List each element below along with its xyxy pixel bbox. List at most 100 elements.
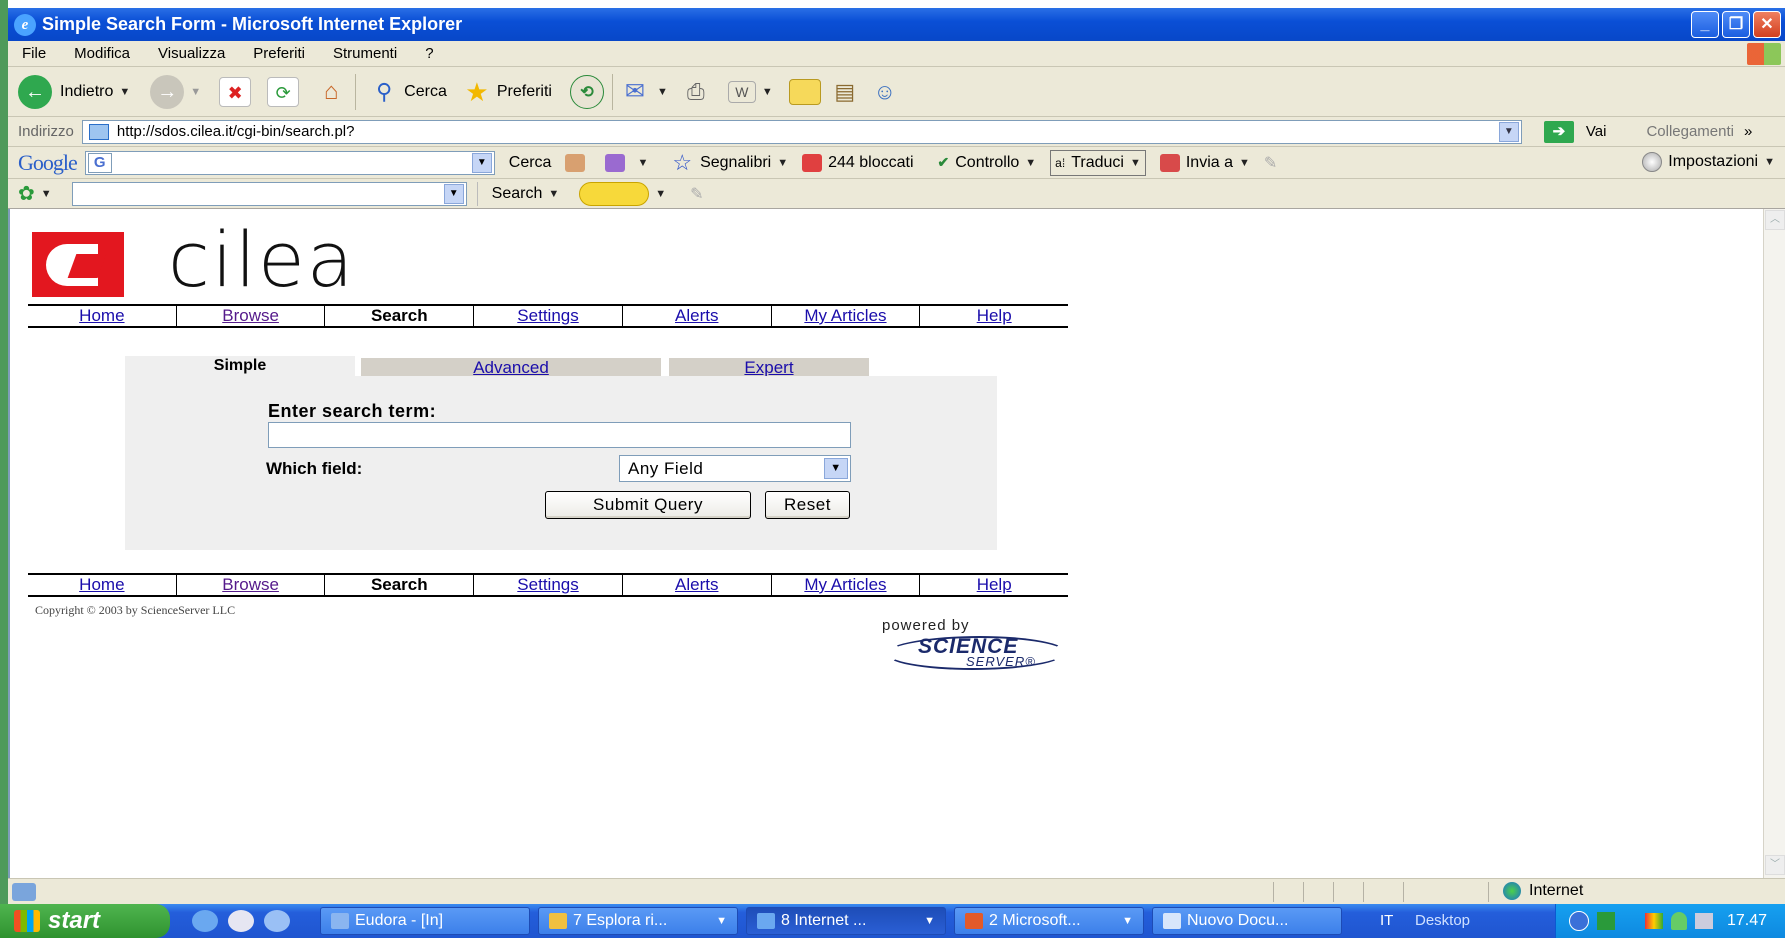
nav-home[interactable]: Home xyxy=(28,575,177,595)
nav-alerts[interactable]: Alerts xyxy=(623,306,772,326)
google-logo[interactable]: Google xyxy=(18,150,78,176)
menu-favorites[interactable]: Preferiti xyxy=(239,45,319,62)
search-form-panel xyxy=(125,376,997,550)
history-icon[interactable]: ⟲ xyxy=(569,74,604,109)
menu-file[interactable]: File xyxy=(8,45,60,62)
reset-button[interactable]: Reset xyxy=(765,491,850,519)
mail-icon[interactable]: ✉ xyxy=(619,77,651,107)
chevron-down-icon[interactable]: ▼ xyxy=(443,183,464,204)
chevron-down-icon[interactable]: ▼ xyxy=(1498,121,1519,142)
close-button[interactable]: ✕ xyxy=(1753,11,1781,38)
address-input[interactable]: http://sdos.cilea.it/cgi-bin/search.pl? … xyxy=(81,119,1522,144)
quicklaunch-outlook-icon[interactable] xyxy=(264,910,290,932)
research-icon[interactable]: ▤ xyxy=(829,77,861,107)
chevron-down-icon[interactable]: ▼ xyxy=(548,188,559,200)
chevron-down-icon[interactable]: ▼ xyxy=(655,188,666,200)
discuss-icon[interactable] xyxy=(788,78,821,105)
menu-tools[interactable]: Strumenti xyxy=(319,45,411,62)
bookmarks-button[interactable]: ☆ Segnalibri ▼ xyxy=(672,150,788,176)
send-to-button[interactable]: Invia a ▼ xyxy=(1159,153,1250,172)
nav-help[interactable]: Help xyxy=(920,575,1068,595)
task-microsoft[interactable]: 2 Microsoft... ▼ xyxy=(954,907,1144,935)
tab-simple[interactable]: Simple xyxy=(125,356,355,376)
restore-button[interactable]: ❐ xyxy=(1722,11,1750,38)
pen-icon[interactable]: ✎ xyxy=(690,184,703,204)
nav-my-articles[interactable]: My Articles xyxy=(772,306,921,326)
task-new-document[interactable]: Nuovo Docu... xyxy=(1152,907,1342,935)
tray-app-icon[interactable] xyxy=(1596,912,1615,930)
tab-advanced[interactable]: Advanced xyxy=(361,358,661,377)
pagerank-icon[interactable]: ▼ xyxy=(605,153,648,172)
nav-home[interactable]: Home xyxy=(28,306,177,326)
favorites-button[interactable]: ★ Preferiti xyxy=(461,77,552,107)
google-g-button[interactable]: G xyxy=(87,152,112,173)
forward-dropdown-icon[interactable]: ▼ xyxy=(190,86,201,98)
spellcheck-button[interactable]: ✔ Controllo ▼ xyxy=(938,154,1037,172)
chevron-down-icon[interactable]: ▼ xyxy=(41,188,52,200)
links-button[interactable]: Collegamenti xyxy=(1646,123,1734,140)
highlighter-icon[interactable]: ✎ xyxy=(1264,153,1277,173)
language-indicator[interactable]: IT xyxy=(1380,912,1393,929)
task-explorer[interactable]: 7 Esplora ri... ▼ xyxy=(538,907,738,935)
menu-view[interactable]: Visualizza xyxy=(144,45,239,62)
toolbar-search-button[interactable]: Search xyxy=(492,185,543,203)
desktop-toolbar[interactable]: Desktop xyxy=(1415,912,1470,929)
stop-icon[interactable]: ✖ xyxy=(219,76,252,107)
quicklaunch-ie-icon[interactable] xyxy=(192,910,218,932)
toolbar-logo-icon[interactable]: ✿ xyxy=(18,181,35,206)
nav-help[interactable]: Help xyxy=(920,306,1068,326)
news-icon[interactable] xyxy=(565,153,591,172)
vertical-scrollbar[interactable]: ︿ ﹀ xyxy=(1763,209,1785,878)
edit-word-icon[interactable]: W xyxy=(727,80,756,103)
refresh-icon[interactable]: ⟳ xyxy=(267,76,300,107)
menu-edit[interactable]: Modifica xyxy=(60,45,144,62)
google-settings-button[interactable]: Impostazioni ▼ xyxy=(1642,152,1775,172)
mail-dropdown-icon[interactable]: ▼ xyxy=(657,86,668,98)
scroll-up-icon[interactable]: ︿ xyxy=(1765,210,1785,230)
google-search-button[interactable]: Cerca xyxy=(509,154,552,172)
tray-flags-icon[interactable] xyxy=(1644,913,1663,929)
google-search-input[interactable]: G ▼ xyxy=(84,150,495,175)
search-term-input[interactable] xyxy=(268,422,851,448)
edit-dropdown-icon[interactable]: ▼ xyxy=(762,86,773,98)
home-icon[interactable]: ⌂ xyxy=(315,77,347,107)
print-icon[interactable]: ⎙ xyxy=(680,77,712,107)
go-button[interactable]: ➔ Vai xyxy=(1532,120,1606,143)
nav-settings[interactable]: Settings xyxy=(474,306,623,326)
translate-button[interactable]: a⁞ Traduci ▼ xyxy=(1050,149,1146,176)
tray-network-icon[interactable] xyxy=(1694,913,1713,929)
scroll-down-icon[interactable]: ﹀ xyxy=(1765,855,1785,875)
tab-expert[interactable]: Expert xyxy=(669,358,869,377)
back-dropdown-icon[interactable]: ▼ xyxy=(119,86,130,98)
nav-browse[interactable]: Browse xyxy=(177,575,326,595)
start-button[interactable]: start xyxy=(0,904,170,938)
security-zone: Internet xyxy=(1503,882,1583,900)
messenger-icon[interactable]: ☺ xyxy=(869,77,901,107)
chevron-down-icon[interactable]: ▼ xyxy=(824,458,848,479)
chevron-more-icon[interactable]: » xyxy=(1744,123,1752,140)
nav-settings[interactable]: Settings xyxy=(474,575,623,595)
tray-back-icon[interactable] xyxy=(1568,911,1589,931)
submit-query-button[interactable]: Submit Query xyxy=(545,491,751,519)
nav-browse[interactable]: Browse xyxy=(177,306,326,326)
smiley-icon[interactable] xyxy=(579,181,650,206)
quicklaunch-media-icon[interactable] xyxy=(228,910,254,932)
toolbar-search-input[interactable]: ▼ xyxy=(71,181,467,206)
search-button[interactable]: ⚲ Cerca xyxy=(368,77,447,107)
nav-my-articles[interactable]: My Articles xyxy=(772,575,921,595)
science-server-logo[interactable]: SCIENCE SERVER® xyxy=(882,634,1070,672)
task-internet-explorer[interactable]: 8 Internet ... ▼ xyxy=(746,907,946,935)
task-eudora[interactable]: Eudora - [In] xyxy=(320,907,530,935)
title-bar[interactable]: e Simple Search Form - Microsoft Interne… xyxy=(8,8,1785,41)
menu-help[interactable]: ? xyxy=(411,45,447,62)
nav-alerts[interactable]: Alerts xyxy=(623,575,772,595)
chevron-down-icon[interactable]: ▼ xyxy=(471,152,492,173)
back-button[interactable]: ← Indietro ▼ xyxy=(18,74,130,109)
tray-user-icon[interactable] xyxy=(1670,912,1687,930)
forward-button[interactable]: → ▼ xyxy=(140,74,201,109)
field-select[interactable]: Any Field ▼ xyxy=(619,455,851,482)
popup-blocker-button[interactable]: 244 bloccati xyxy=(802,153,914,172)
popup-blocked-icon xyxy=(802,153,823,172)
clock[interactable]: 17.47 xyxy=(1727,912,1767,930)
minimize-button[interactable]: _ xyxy=(1691,11,1719,38)
